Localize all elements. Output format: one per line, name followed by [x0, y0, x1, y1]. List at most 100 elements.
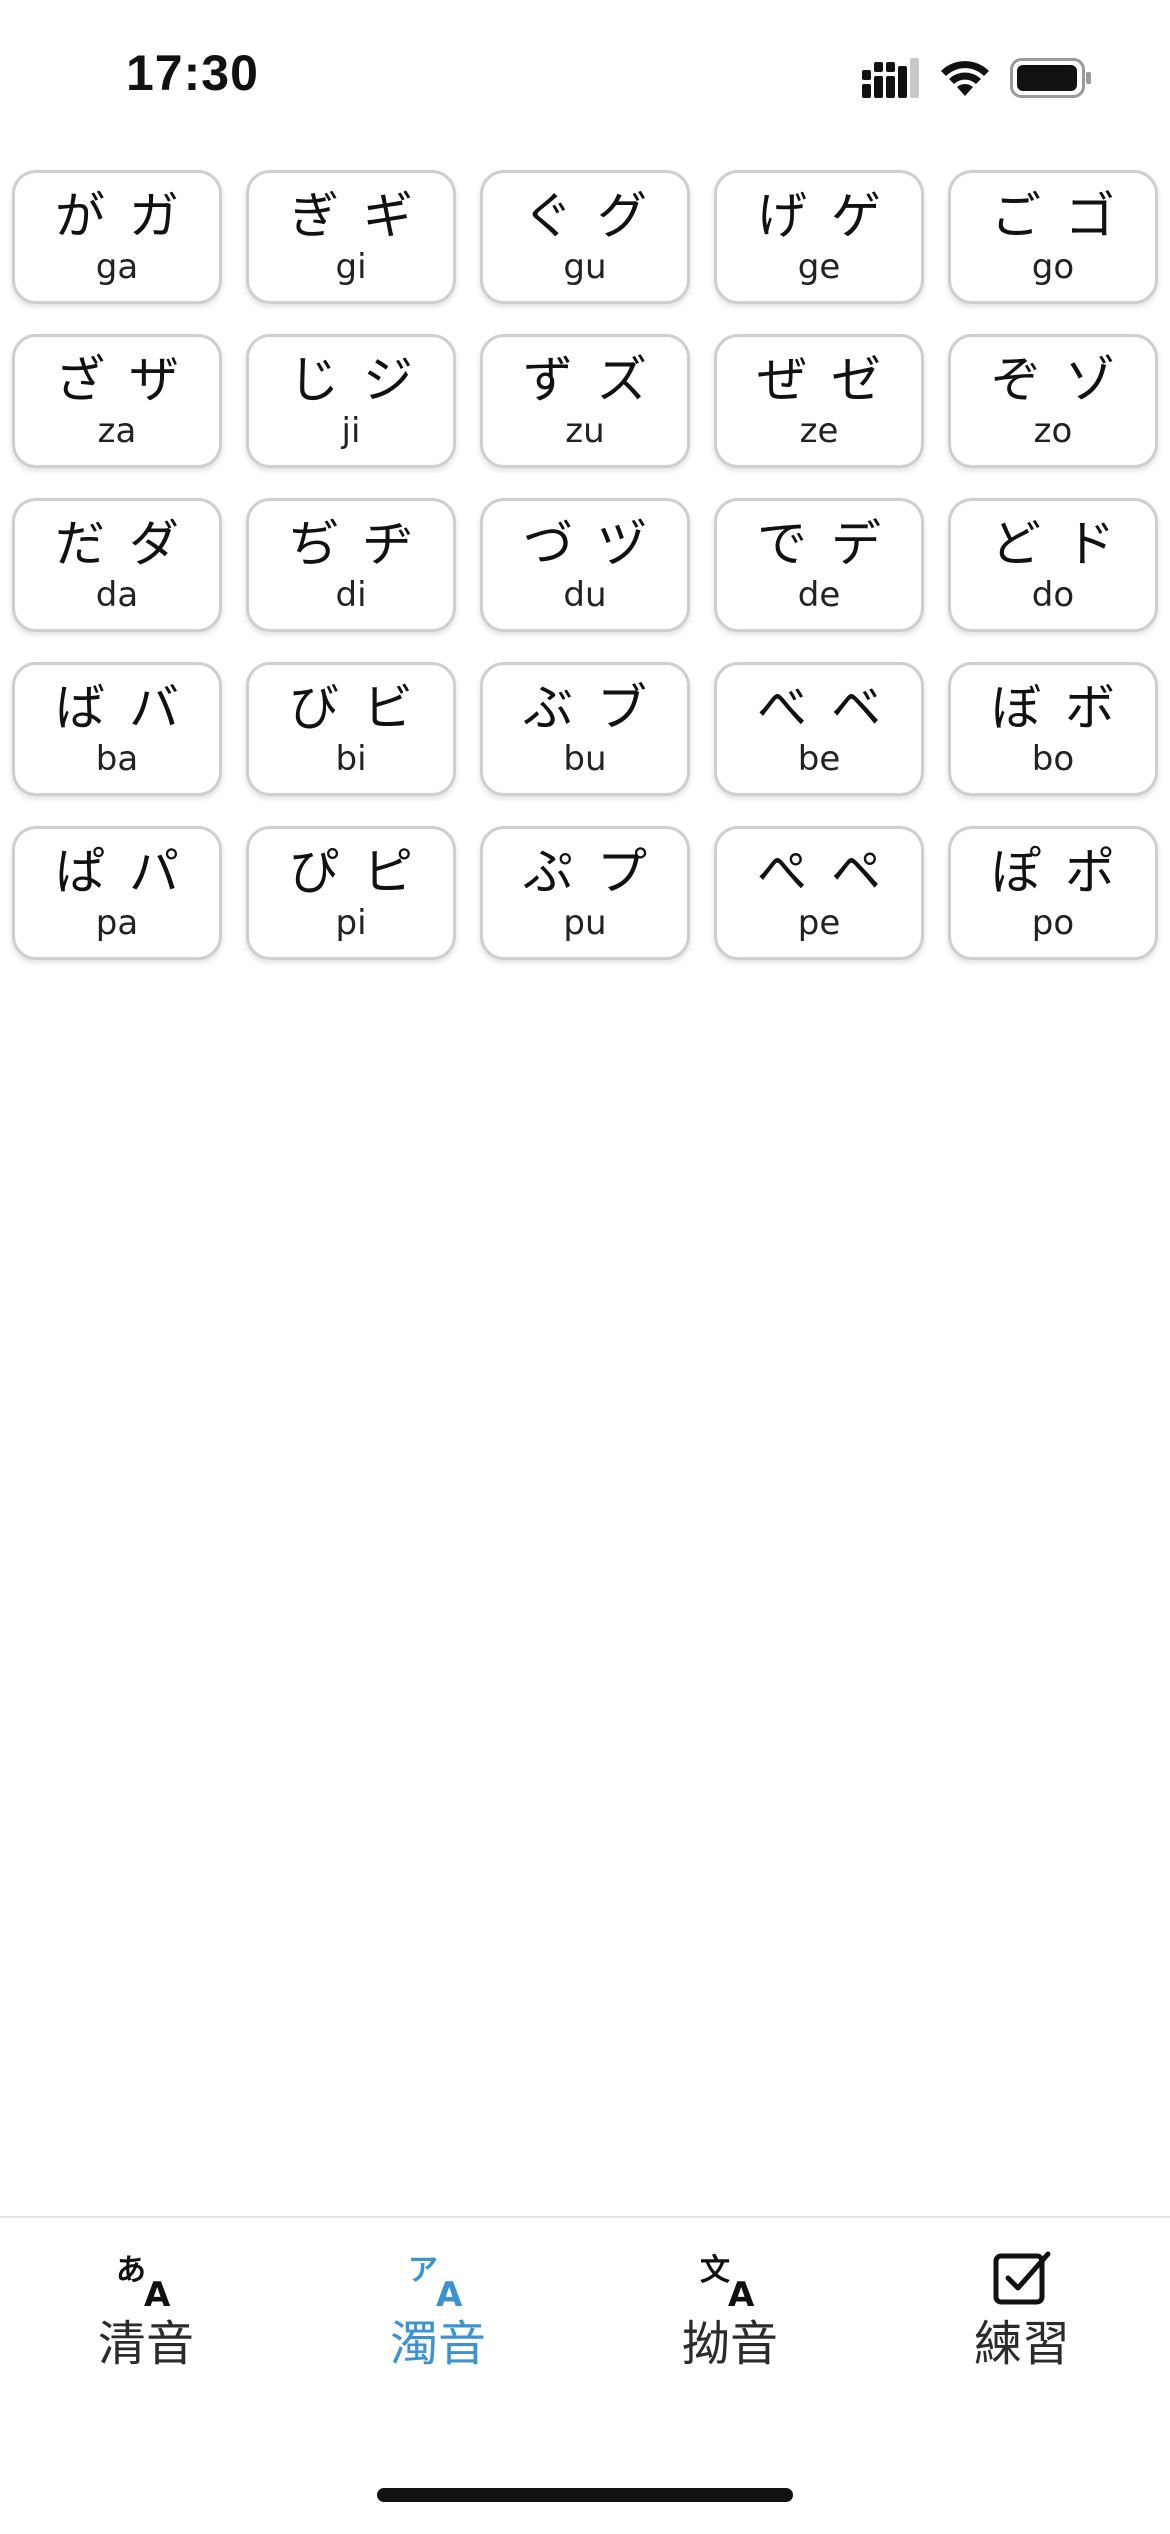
kana-card-do[interactable]: どド do — [948, 498, 1158, 632]
svg-text:あ: あ — [116, 2253, 146, 2288]
kana-card-pu[interactable]: ぷプ pu — [480, 826, 690, 960]
hiragana-char: べ — [757, 679, 807, 737]
kana-card-da[interactable]: だダ da — [12, 498, 222, 632]
romaji-label: zu — [565, 411, 605, 451]
kana-card-du[interactable]: づヅ du — [480, 498, 690, 632]
romaji-label: zo — [1033, 411, 1073, 451]
romaji-label: de — [797, 575, 841, 615]
katakana-char: グ — [597, 187, 647, 245]
kana-card-be[interactable]: べベ be — [714, 662, 924, 796]
hiragana-char: ぶ — [523, 679, 573, 737]
romaji-label: pi — [335, 903, 367, 943]
romaji-label: pu — [563, 903, 607, 943]
romaji-label: bu — [563, 739, 607, 779]
hiragana-char: ぐ — [523, 187, 573, 245]
hiragana-char: で — [757, 515, 807, 573]
hiragana-translate-icon: あ A — [114, 2246, 178, 2310]
katakana-char: ズ — [597, 351, 647, 409]
kana-card-gi[interactable]: ぎギ gi — [246, 170, 456, 304]
kana-characters: ぷプ — [523, 843, 647, 901]
kana-card-po[interactable]: ぽポ po — [948, 826, 1158, 960]
kana-card-pi[interactable]: ぴピ pi — [246, 826, 456, 960]
romaji-label: ji — [341, 411, 361, 451]
kana-card-bi[interactable]: びビ bi — [246, 662, 456, 796]
tab-dakuon[interactable]: ア A 濁音 — [292, 2246, 584, 2396]
romaji-label: ba — [95, 739, 139, 779]
hiragana-char: ぜ — [757, 351, 807, 409]
kana-characters: づヅ — [523, 515, 647, 573]
kana-card-pe[interactable]: ぺペ pe — [714, 826, 924, 960]
romaji-label: do — [1031, 575, 1075, 615]
tab-practice[interactable]: 練習 — [876, 2246, 1168, 2396]
kana-card-zu[interactable]: ずズ zu — [480, 334, 690, 468]
romaji-label: ge — [797, 247, 841, 287]
hiragana-char: が — [55, 187, 105, 245]
kana-characters: ぼボ — [991, 679, 1115, 737]
kana-card-de[interactable]: でデ de — [714, 498, 924, 632]
kana-characters: げゲ — [757, 187, 881, 245]
hiragana-char: ぽ — [991, 843, 1041, 901]
romaji-label: pe — [797, 903, 841, 943]
kana-card-ji[interactable]: じジ ji — [246, 334, 456, 468]
kana-card-zo[interactable]: ぞゾ zo — [948, 334, 1158, 468]
kana-card-ze[interactable]: ぜゼ ze — [714, 334, 924, 468]
katakana-char: ヅ — [597, 515, 647, 573]
battery-icon — [1010, 58, 1092, 98]
kana-card-pa[interactable]: ぱパ pa — [12, 826, 222, 960]
kana-card-ge[interactable]: げゲ ge — [714, 170, 924, 304]
katakana-translate-icon: ア A — [406, 2246, 470, 2310]
status-time: 17:30 — [126, 45, 259, 101]
katakana-char: デ — [831, 515, 881, 573]
kana-card-gu[interactable]: ぐグ gu — [480, 170, 690, 304]
kana-characters: ぺペ — [757, 843, 881, 901]
romaji-label: di — [335, 575, 367, 615]
romaji-label: go — [1031, 247, 1075, 287]
kana-card-di[interactable]: ぢヂ di — [246, 498, 456, 632]
hiragana-char: ぷ — [523, 843, 573, 901]
kana-card-za[interactable]: ざザ za — [12, 334, 222, 468]
hiragana-char: ざ — [55, 351, 105, 409]
cellular-signal-icon — [862, 58, 920, 98]
hiragana-char: ず — [523, 351, 573, 409]
katakana-char: ピ — [363, 843, 413, 901]
romaji-label: gi — [335, 247, 367, 287]
romaji-label: ze — [799, 411, 839, 451]
tab-label: 濁音 — [389, 2316, 486, 2372]
katakana-char: ガ — [129, 187, 179, 245]
kana-characters: ばバ — [55, 679, 179, 737]
katakana-char: ゼ — [831, 351, 881, 409]
katakana-char: ジ — [363, 351, 413, 409]
katakana-char: ギ — [363, 187, 413, 245]
katakana-char: ヂ — [363, 515, 413, 573]
hiragana-char: づ — [523, 515, 573, 573]
katakana-char: ボ — [1065, 679, 1115, 737]
kana-card-bo[interactable]: ぼボ bo — [948, 662, 1158, 796]
tab-yoon[interactable]: 文 A 拗音 — [584, 2246, 876, 2396]
kana-characters: がガ — [55, 187, 179, 245]
kana-grid: がガ ga ぎギ gi ぐグ gu げゲ ge ごゴ go ざザ za じジ ji ずズ zu ぜゼ ze ぞゾ zo… — [12, 170, 1158, 960]
katakana-char: ペ — [831, 843, 881, 901]
kana-card-go[interactable]: ごゴ go — [948, 170, 1158, 304]
kana-characters: ぶブ — [523, 679, 647, 737]
kana-characters: ぽポ — [991, 843, 1115, 901]
hiragana-char: ぎ — [289, 187, 339, 245]
tab-seion[interactable]: あ A 清音 — [0, 2246, 292, 2396]
kana-characters: どド — [991, 515, 1115, 573]
svg-text:文: 文 — [700, 2253, 730, 2288]
kana-card-bu[interactable]: ぶブ bu — [480, 662, 690, 796]
tab-bar: あ A 清音 ア A 濁音 文 A 拗音 練習 — [0, 2216, 1170, 2534]
kana-card-ba[interactable]: ばバ ba — [12, 662, 222, 796]
hiragana-char: ぢ — [289, 515, 339, 573]
katakana-char: ド — [1065, 515, 1115, 573]
tab-label: 練習 — [973, 2316, 1070, 2372]
kana-card-ga[interactable]: がガ ga — [12, 170, 222, 304]
svg-text:ア: ア — [408, 2253, 438, 2288]
hiragana-char: ぞ — [991, 351, 1041, 409]
katakana-char: ゲ — [831, 187, 881, 245]
katakana-char: ビ — [363, 679, 413, 737]
hiragana-char: ご — [991, 187, 1041, 245]
romaji-label: be — [797, 739, 841, 779]
kana-characters: ごゴ — [991, 187, 1115, 245]
svg-text:A: A — [144, 2275, 171, 2310]
hiragana-char: ば — [55, 679, 105, 737]
